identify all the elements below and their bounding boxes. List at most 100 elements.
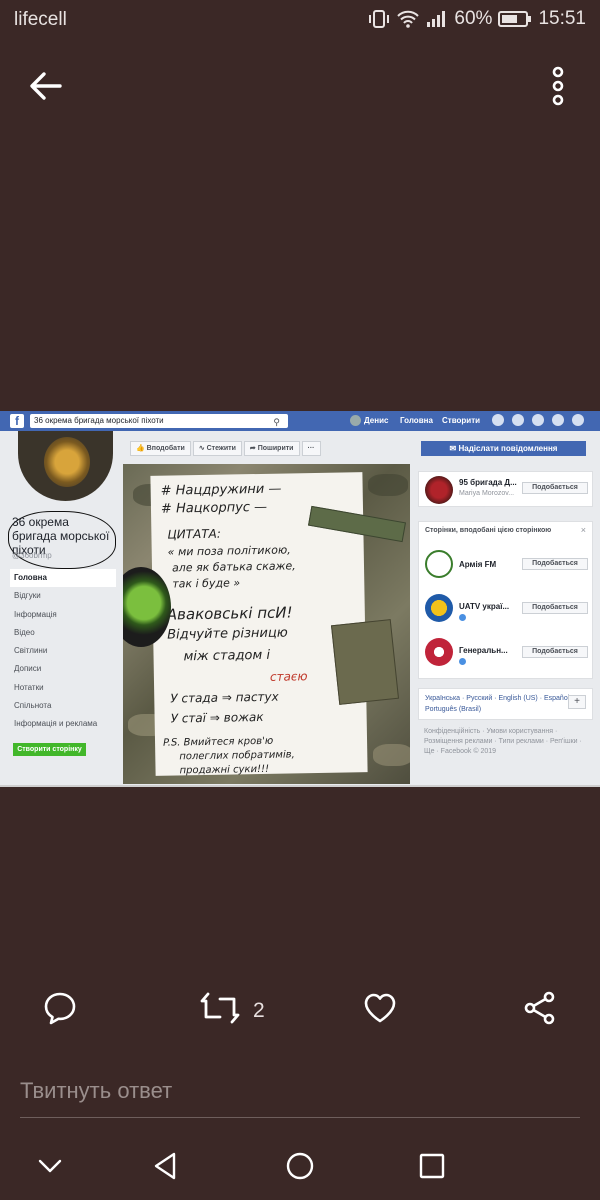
- circle-home-icon: [286, 1152, 314, 1180]
- page-profile-picture: [18, 431, 113, 501]
- carrier-name: lifecell: [14, 9, 67, 30]
- suggested-page-card: 95 бригада Д... Mariya Morozov... Подоба…: [418, 471, 593, 507]
- note-line: Відчуйте різницю: [167, 625, 288, 643]
- page-menu: Головна Відгуки Інформація Відео Світлин…: [10, 569, 116, 734]
- suggested-page-row: [425, 476, 453, 504]
- note-line: # Нацкорпус —: [160, 499, 268, 517]
- page-logo: [425, 638, 453, 666]
- note-line: P.S. Вмийтеся кров'ю: [162, 735, 274, 749]
- menu-item-home: Головна: [10, 569, 116, 588]
- fb-search-box: 36 окрема бригада морської піхоти ⚲: [30, 414, 288, 428]
- reply-placeholder: Твитнуть ответ: [20, 1078, 173, 1103]
- square-recents-icon: [419, 1153, 445, 1179]
- chevron-patch: [330, 619, 400, 705]
- search-icon: ⚲: [273, 417, 280, 427]
- note-line: Аваковські псИ!: [166, 603, 293, 624]
- messenger-icon: [512, 414, 524, 426]
- avatar: [350, 415, 361, 426]
- note-line: # Нацдружини —: [160, 481, 282, 499]
- send-message-button: ✉ Надіслати повідомлення: [421, 441, 586, 456]
- note-line: У стада ⇒ пастух: [170, 689, 279, 706]
- menu-item-posts: Дописи: [14, 664, 42, 674]
- like-button[interactable]: [362, 990, 402, 1034]
- back-button[interactable]: [26, 68, 66, 104]
- share-page-label: Поширити: [257, 445, 294, 452]
- like-page-1-button: Подобається: [522, 558, 588, 570]
- retweet-count: 2: [253, 999, 265, 1022]
- triangle-back-icon: [154, 1152, 176, 1180]
- page-logo: [425, 594, 453, 622]
- fb-nav-icons: [492, 414, 584, 426]
- nav-home-button[interactable]: [282, 1148, 318, 1184]
- camo-spot: [368, 474, 408, 496]
- suggested-page-name: 95 бригада Д...: [459, 478, 517, 487]
- verified-icon: [459, 614, 466, 621]
- liked-page-name: Генеральн...: [459, 646, 508, 655]
- liked-page-name: Армія FM: [459, 560, 497, 569]
- nav-recents-button[interactable]: [414, 1148, 450, 1184]
- battery-icon: [498, 10, 532, 28]
- retweet-icon: [200, 992, 240, 1024]
- like-page-button: 👍 Вподобати: [130, 441, 191, 456]
- menu-item-community: Спільнота: [14, 701, 52, 711]
- hide-keyboard-button[interactable]: [32, 1148, 68, 1184]
- note-line: У стаї ⇒ вожак: [170, 709, 264, 726]
- battery-percent: 60%: [454, 8, 493, 29]
- friends-icon: [492, 414, 504, 426]
- like-suggested-button: Подобається: [522, 482, 588, 494]
- note-line: полеглих побратимів,: [179, 749, 295, 763]
- menu-item-info: Інформація: [14, 609, 57, 619]
- help-icon: [552, 414, 564, 426]
- note-line: « ми поза політикою,: [167, 543, 291, 559]
- nav-back-button[interactable]: [148, 1148, 184, 1184]
- liked-pages-title: Сторінки, вподобані цією сторінкою: [425, 527, 552, 534]
- liked-pages-card: Сторінки, вподобані цією сторінкою × Арм…: [418, 521, 593, 679]
- note-line: продажні суки!!!: [179, 763, 270, 777]
- languages-list: Українська · Русский · English (US) · Es…: [425, 695, 574, 713]
- fb-footer: Конфіденційність · Умови користування · …: [424, 728, 582, 755]
- vibrate-icon: [368, 9, 390, 29]
- status-bar: lifecell 60% 15:51: [0, 0, 600, 40]
- chevron-down-icon: [38, 1159, 62, 1173]
- liked-page-row: [425, 594, 453, 622]
- suggested-page-sub: Mariya Morozov...: [459, 490, 515, 497]
- page-handle: @36obrmp: [12, 551, 52, 560]
- retweet-button[interactable]: [200, 990, 244, 1034]
- like-page-3-button: Подобається: [522, 646, 588, 658]
- share-button[interactable]: [522, 990, 562, 1034]
- fb-nav-create: Створити: [442, 416, 481, 425]
- comment-icon: [44, 992, 76, 1025]
- fb-search-text: 36 окрема бригада морської піхоти: [34, 416, 164, 425]
- signal-icon: [426, 9, 448, 29]
- more-options-button[interactable]: [546, 66, 570, 106]
- bell-icon: [532, 414, 544, 426]
- arrow-left-icon: [30, 72, 62, 100]
- note-line: так і буде »: [172, 576, 241, 591]
- camo-spot: [373, 744, 410, 766]
- send-message-label: Надіслати повідомлення: [458, 444, 558, 453]
- reply-input[interactable]: Твитнуть ответ: [20, 1070, 580, 1118]
- page-logo: [425, 476, 453, 504]
- menu-item-photos: Світлини: [14, 646, 48, 656]
- fb-user-name: Денис: [364, 416, 389, 425]
- liked-page-name: UATV украї...: [459, 602, 510, 611]
- facebook-logo-icon: f: [10, 414, 24, 428]
- note-line: між стадом і: [183, 647, 271, 665]
- close-icon: ×: [580, 525, 586, 535]
- page-action-bar: 👍 Вподобати ∿ Стежити ➦ Поширити ···: [130, 441, 321, 456]
- page-logo: [425, 550, 453, 578]
- like-page-2-button: Подобається: [522, 602, 588, 614]
- note-line: але як батька скаже,: [171, 559, 296, 575]
- create-page-button: Створити сторінку: [13, 743, 86, 756]
- menu-item-ads-info: Інформація и реклама: [14, 719, 98, 729]
- menu-item-video: Відео: [14, 627, 35, 637]
- tweet-actions: 2: [0, 990, 600, 1040]
- fb-left-column: 36 окрема бригада морської піхоти @36obr…: [0, 431, 118, 785]
- tweet-image[interactable]: f 36 окрема бригада морської піхоти ⚲ Де…: [0, 411, 600, 787]
- heart-icon: [364, 993, 396, 1023]
- more-actions-button: ···: [301, 441, 321, 456]
- reply-button[interactable]: [42, 990, 82, 1034]
- brigade-emblem: [44, 437, 90, 487]
- share-icon: [524, 991, 555, 1025]
- share-page-button: ➦ Поширити: [243, 441, 300, 456]
